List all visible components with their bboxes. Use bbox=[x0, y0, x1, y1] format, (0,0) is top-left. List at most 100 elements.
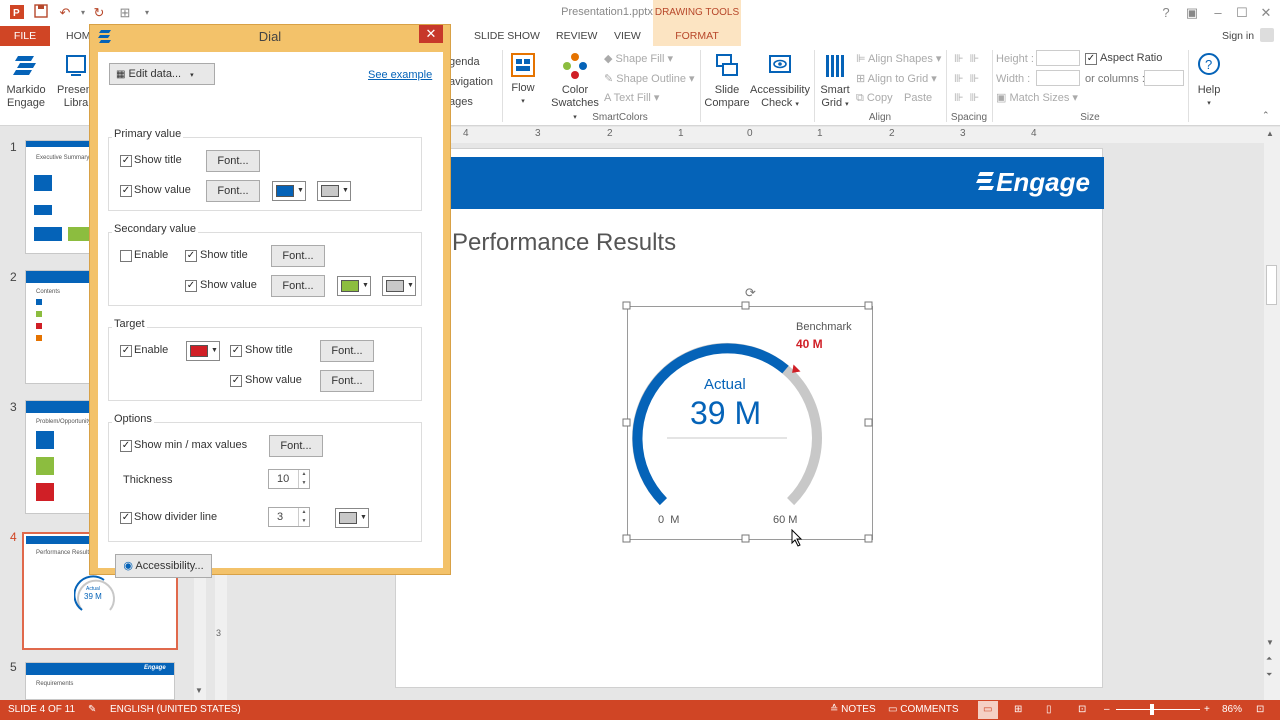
width-input[interactable] bbox=[1036, 70, 1080, 86]
zoom-slider-thumb[interactable] bbox=[1150, 704, 1154, 715]
minimize-icon[interactable]: – bbox=[1206, 4, 1230, 22]
tab-view[interactable]: VIEW bbox=[610, 26, 645, 46]
target-show-value-checkbox[interactable]: ✓ bbox=[230, 375, 242, 387]
slide-title[interactable]: Performance Results bbox=[452, 229, 676, 257]
primary-title-font-button[interactable]: Font... bbox=[206, 150, 260, 172]
maximize-icon[interactable]: ☐ bbox=[1230, 4, 1254, 22]
tab-file[interactable]: FILE bbox=[0, 26, 50, 46]
aspect-ratio-checkbox[interactable]: ✓ bbox=[1085, 53, 1097, 65]
sign-in-link[interactable]: Sign in bbox=[1218, 26, 1258, 46]
align-to-grid-button[interactable]: ⊞ Align to Grid ▾ bbox=[856, 72, 937, 86]
show-divider-checkbox[interactable]: ✓ bbox=[120, 512, 132, 524]
tab-slide-show[interactable]: SLIDE SHOW bbox=[470, 26, 544, 46]
columns-input[interactable] bbox=[1144, 70, 1184, 86]
vertical-scrollbar[interactable]: ▲ ▼ ⏶ ⏷ bbox=[1264, 127, 1280, 700]
notes-button[interactable]: ≙ NOTES bbox=[830, 704, 876, 715]
secondary-bg-color-picker[interactable]: ▼ bbox=[382, 276, 416, 296]
primary-value-label: Primary value bbox=[112, 128, 184, 140]
thumbnail-logo: Engage bbox=[144, 665, 166, 671]
target-title-font-button[interactable]: Font... bbox=[320, 340, 374, 362]
markido-engage-button[interactable]: Markido Engage bbox=[4, 52, 48, 110]
close-window-icon[interactable]: ✕ bbox=[1254, 4, 1278, 22]
thickness-spinner[interactable]: 10 ▲ ▼ bbox=[268, 469, 310, 489]
primary-value-font-button[interactable]: Font... bbox=[206, 180, 260, 202]
primary-bg-color-picker[interactable]: ▼ bbox=[317, 181, 351, 201]
paste-button[interactable]: Paste bbox=[904, 91, 932, 105]
language-indicator[interactable]: ENGLISH (UNITED STATES) bbox=[110, 704, 241, 715]
spelling-icon[interactable]: ✎ bbox=[88, 704, 96, 715]
ribbon-display-options-icon[interactable]: ▣ bbox=[1180, 4, 1204, 22]
tab-review[interactable]: REVIEW bbox=[552, 26, 601, 46]
target-enable-checkbox[interactable]: ✓ bbox=[120, 345, 132, 357]
see-example-link[interactable]: See example bbox=[368, 69, 432, 81]
slide-show-icon[interactable]: ⊡ bbox=[1078, 704, 1086, 715]
zoom-slider-track[interactable] bbox=[1116, 709, 1200, 710]
next-slide-icon[interactable]: ⏷ bbox=[1266, 670, 1272, 680]
spacing-row-3[interactable]: ⊪⊪ bbox=[954, 91, 985, 105]
secondary-value-color-picker[interactable]: ▼ bbox=[337, 276, 371, 296]
user-avatar-icon[interactable] bbox=[1260, 28, 1274, 42]
zoom-in-icon[interactable]: + bbox=[1204, 704, 1210, 715]
target-show-title-checkbox[interactable]: ✓ bbox=[230, 345, 242, 357]
shape-outline-button[interactable]: ✎ Shape Outline ▾ bbox=[604, 72, 695, 86]
help-icon[interactable]: ? bbox=[1154, 4, 1178, 22]
agenda-item-partial[interactable]: genda bbox=[449, 52, 499, 72]
scroll-down-icon[interactable]: ▼ bbox=[1266, 638, 1274, 647]
scroll-up-icon[interactable]: ▲ bbox=[1266, 129, 1274, 138]
text-fill-button[interactable]: A Text Fill ▾ bbox=[604, 91, 659, 105]
scrollbar-thumb[interactable] bbox=[1266, 265, 1277, 305]
match-sizes-button[interactable]: ▣ Match Sizes ▾ bbox=[996, 91, 1078, 105]
zoom-level[interactable]: 86% bbox=[1222, 704, 1242, 715]
slide-compare-button[interactable]: Slide Compare bbox=[704, 52, 750, 110]
spacing-row-1[interactable]: ⊪⊪ bbox=[954, 52, 985, 66]
secondary-show-title-checkbox[interactable]: ✓ bbox=[185, 250, 197, 262]
secondary-title-font-button[interactable]: Font... bbox=[271, 245, 325, 267]
navigation-group-partial[interactable]: genda avigation ages bbox=[449, 52, 499, 112]
edit-data-button[interactable]: ▦ Edit data... ▾ bbox=[109, 63, 215, 85]
target-color-picker[interactable]: ▼ bbox=[186, 341, 220, 361]
spinner-arrows-icon[interactable]: ▲ ▼ bbox=[298, 508, 309, 526]
align-shapes-button[interactable]: ⊫ Align Shapes ▾ bbox=[856, 52, 941, 66]
accessibility-label: Accessibility... bbox=[135, 560, 204, 572]
divider-color-picker[interactable]: ▼ bbox=[335, 508, 369, 528]
previous-slide-icon[interactable]: ⏶ bbox=[1266, 654, 1272, 664]
target-enable-label: Enable bbox=[134, 344, 169, 356]
dialog-title-bar[interactable]: Dial ✕ bbox=[90, 25, 450, 49]
thumbnail-slide-5[interactable]: Engage Requirements bbox=[25, 662, 175, 700]
secondary-value-font-button[interactable]: Font... bbox=[271, 275, 325, 297]
reading-view-icon[interactable]: ▯ bbox=[1046, 704, 1052, 715]
comments-button[interactable]: ▭ COMMENTS bbox=[888, 704, 959, 715]
accessibility-button[interactable]: ◉ Accessibility... bbox=[115, 554, 212, 578]
help-button[interactable]: ? Help ▾ bbox=[1192, 52, 1226, 110]
paste-label: Paste bbox=[904, 92, 933, 104]
slide-sorter-icon[interactable]: ⊞ bbox=[1014, 704, 1022, 715]
divider-thickness-spinner[interactable]: 3 ▲ ▼ bbox=[268, 507, 310, 527]
dialog-close-button[interactable]: ✕ bbox=[419, 25, 443, 43]
navigation-item-partial[interactable]: avigation bbox=[449, 72, 499, 92]
shape-fill-button[interactable]: ◆ Shape Fill ▾ bbox=[604, 52, 673, 66]
target-value-font-button[interactable]: Font... bbox=[320, 370, 374, 392]
tab-format[interactable]: FORMAT bbox=[653, 26, 741, 46]
flow-button[interactable]: Flow ▾ bbox=[506, 52, 540, 108]
fit-to-window-icon[interactable]: ⊡ bbox=[1256, 704, 1264, 715]
slide-compare-icon bbox=[716, 54, 738, 76]
pages-item-partial[interactable]: ages bbox=[449, 92, 499, 112]
spacing-row-2[interactable]: ⊪⊪ bbox=[954, 72, 985, 86]
copy-button[interactable]: ⧉ Copy bbox=[856, 91, 893, 105]
show-min-max-checkbox[interactable]: ✓ bbox=[120, 440, 132, 452]
height-input[interactable] bbox=[1036, 50, 1080, 66]
primary-value-color-picker[interactable]: ▼ bbox=[272, 181, 306, 201]
zoom-out-icon[interactable]: – bbox=[1104, 704, 1110, 715]
collapse-ribbon-icon[interactable]: ⌃ bbox=[1262, 110, 1270, 121]
slide-canvas[interactable]: Engage Performance Results ⟳ Actual 39 M… bbox=[395, 148, 1104, 688]
primary-show-title-checkbox[interactable]: ✓ bbox=[120, 155, 132, 167]
thumbnail-scroll-down-icon[interactable]: ▼ bbox=[195, 686, 203, 695]
primary-show-value-checkbox[interactable]: ✓ bbox=[120, 185, 132, 197]
min-max-font-button[interactable]: Font... bbox=[269, 435, 323, 457]
spinner-arrows-icon[interactable]: ▲ ▼ bbox=[298, 470, 309, 488]
secondary-show-value-checkbox[interactable]: ✓ bbox=[185, 280, 197, 292]
smart-grid-button[interactable]: Smart Grid ▾ bbox=[818, 52, 852, 111]
accessibility-check-button[interactable]: Accessibility Check ▾ bbox=[750, 52, 810, 111]
rotate-handle-icon[interactable]: ⟳ bbox=[745, 285, 756, 301]
secondary-enable-checkbox[interactable] bbox=[120, 250, 132, 262]
